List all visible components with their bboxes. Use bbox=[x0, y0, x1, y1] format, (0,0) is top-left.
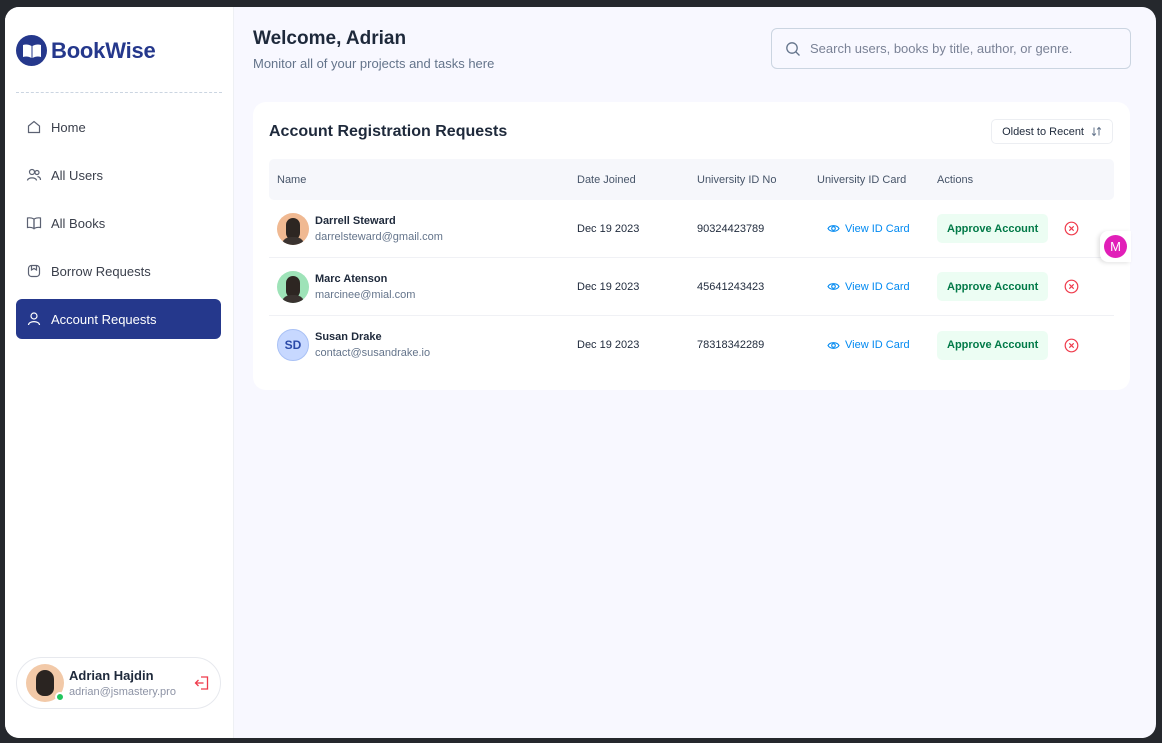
user-email: darrelsteward@gmail.com bbox=[315, 230, 443, 243]
column-header: Name bbox=[277, 173, 307, 186]
sidebar-item-label: Account Requests bbox=[51, 311, 157, 327]
approve-account-button[interactable]: Approve Account bbox=[937, 272, 1049, 301]
user-email: marcinee@mial.com bbox=[315, 288, 416, 301]
view-id-card-link[interactable]: View ID Card bbox=[817, 339, 937, 352]
column-header: University ID No bbox=[697, 173, 777, 186]
reject-icon[interactable] bbox=[1064, 221, 1079, 236]
eye-icon bbox=[827, 283, 840, 290]
table-row: Darrell Steward darrelsteward@gmail.com … bbox=[269, 200, 1114, 258]
sidebar-item-account-requests[interactable]: Account Requests bbox=[16, 299, 221, 339]
sort-label: Oldest to Recent bbox=[1002, 125, 1084, 138]
sidebar-item-label: Borrow Requests bbox=[51, 263, 151, 279]
view-id-card-link[interactable]: View ID Card bbox=[817, 280, 937, 293]
sidebar-item-label: All Books bbox=[51, 215, 106, 231]
app-window: BookWise Home All Users All Books Borrow… bbox=[5, 7, 1156, 738]
search-input[interactable] bbox=[810, 41, 1110, 56]
sidebar-item-borrow-requests[interactable]: Borrow Requests bbox=[16, 251, 221, 291]
sort-button[interactable]: Oldest to Recent bbox=[991, 119, 1113, 144]
floating-widget-button[interactable]: M bbox=[1100, 231, 1131, 262]
online-status-dot bbox=[55, 692, 65, 702]
user-name: Susan Drake bbox=[315, 331, 382, 343]
university-id: 78318342289 bbox=[697, 339, 765, 351]
page-subtitle: Monitor all of your projects and tasks h… bbox=[253, 56, 495, 71]
eye-icon bbox=[827, 225, 840, 232]
date-joined: Dec 19 2023 bbox=[577, 280, 640, 293]
book-logo-icon bbox=[16, 35, 47, 66]
floating-badge-letter: M bbox=[1104, 235, 1127, 258]
user-email: contact@susandrake.io bbox=[315, 347, 431, 359]
sidebar: BookWise Home All Users All Books Borrow… bbox=[5, 7, 234, 738]
requests-table: Name Date Joined University ID No Univer… bbox=[269, 159, 1114, 374]
sidebar-divider bbox=[16, 92, 222, 93]
main-content: Welcome, Adrian Monitor all of your proj… bbox=[234, 7, 1156, 738]
search-icon bbox=[786, 41, 800, 56]
user-profile-card: Adrian Hajdin adrian@jsmastery.pro bbox=[16, 657, 221, 709]
avatar[interactable] bbox=[26, 664, 65, 702]
user-name: Darrell Steward bbox=[315, 214, 396, 227]
avatar bbox=[277, 270, 309, 303]
sidebar-item-home[interactable]: Home bbox=[16, 107, 221, 147]
table-header: Name Date Joined University ID No Univer… bbox=[269, 159, 1114, 200]
approve-account-button[interactable]: Approve Account bbox=[937, 330, 1049, 360]
reject-icon[interactable] bbox=[1064, 338, 1079, 353]
user-name: Marc Atenson bbox=[315, 272, 388, 285]
sidebar-item-label: Home bbox=[51, 119, 86, 135]
avatar: SD bbox=[277, 329, 309, 361]
users-icon bbox=[26, 168, 42, 181]
university-id: 90324423789 bbox=[697, 222, 765, 235]
avatar bbox=[277, 212, 309, 245]
logout-icon[interactable] bbox=[193, 674, 211, 692]
date-joined: Dec 19 2023 bbox=[577, 222, 640, 235]
approve-account-button[interactable]: Approve Account bbox=[937, 214, 1049, 243]
sidebar-item-label: All Users bbox=[51, 167, 104, 183]
column-header: Actions bbox=[937, 173, 974, 186]
table-row: Marc Atenson marcinee@mial.com Dec 19 20… bbox=[269, 258, 1114, 316]
book-icon bbox=[26, 217, 42, 230]
home-icon bbox=[27, 120, 41, 134]
reject-icon[interactable] bbox=[1064, 279, 1079, 294]
table-row: SD Susan Drake contact@susandrake.io Dec… bbox=[269, 316, 1114, 374]
sidebar-item-all-users[interactable]: All Users bbox=[16, 155, 221, 195]
logo[interactable]: BookWise bbox=[16, 35, 156, 66]
profile-name: Adrian Hajdin bbox=[69, 668, 154, 683]
column-header: University ID Card bbox=[817, 173, 907, 186]
eye-icon bbox=[827, 341, 840, 349]
user-icon bbox=[27, 312, 41, 326]
sidebar-nav: Home All Users All Books Borrow Requests… bbox=[16, 107, 221, 347]
date-joined: Dec 19 2023 bbox=[577, 339, 640, 351]
column-header: Date Joined bbox=[577, 173, 636, 186]
sort-arrows-icon bbox=[1091, 126, 1102, 137]
search-bar[interactable] bbox=[771, 28, 1131, 69]
page-title: Welcome, Adrian bbox=[253, 28, 407, 49]
university-id: 45641243423 bbox=[697, 280, 765, 293]
view-id-card-link[interactable]: View ID Card bbox=[817, 222, 937, 235]
sidebar-item-all-books[interactable]: All Books bbox=[16, 203, 221, 243]
profile-email: adrian@jsmastery.pro bbox=[69, 686, 176, 698]
account-requests-card: Account Registration Requests Oldest to … bbox=[253, 102, 1130, 390]
bookmark-icon bbox=[27, 264, 41, 278]
app-name: BookWise bbox=[51, 37, 156, 63]
card-title: Account Registration Requests bbox=[269, 123, 508, 140]
